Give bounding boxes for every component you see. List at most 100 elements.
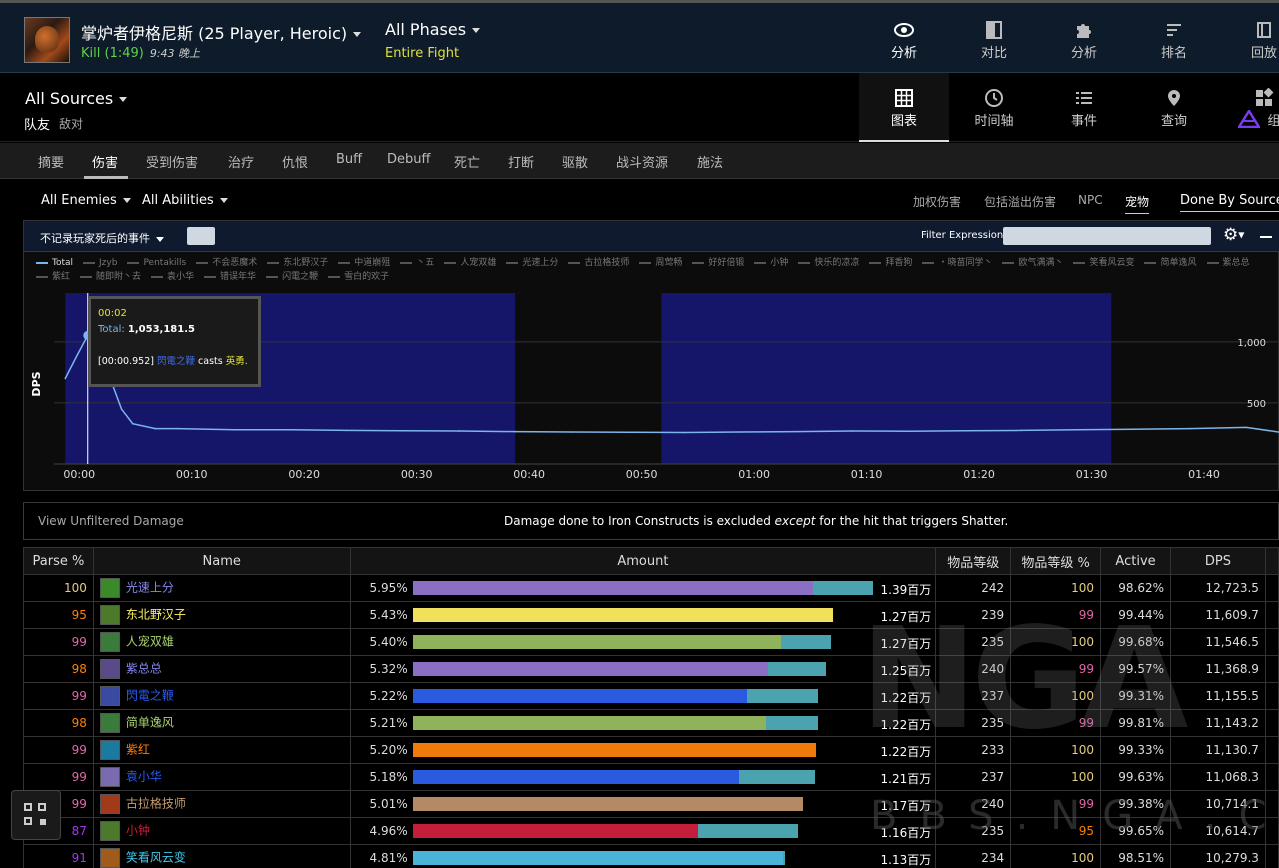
legend-item[interactable]: Total — [36, 256, 73, 270]
nav-replay[interactable]: 回放 — [1219, 6, 1279, 75]
tab-healing[interactable]: 治疗 — [228, 152, 254, 171]
legend-item[interactable]: ・晓苗同学丶 — [922, 256, 992, 270]
view-unfiltered-link[interactable]: View Unfiltered Damage — [38, 514, 184, 528]
legend-item[interactable]: 光速上分 — [506, 256, 558, 270]
tab-resources[interactable]: 战斗资源 — [616, 152, 668, 171]
table-row[interactable]: 95 东北野汉子 5.43% 1.27百万 239 99 99.44% 11,609.7 — [23, 601, 1279, 629]
ability-filter[interactable]: All Abilities — [142, 193, 228, 208]
player-name[interactable]: 古拉格技师 — [126, 797, 186, 811]
name-cell[interactable]: 紫红 — [92, 736, 351, 764]
tab-debuffs[interactable]: Debuff — [387, 152, 430, 167]
death-filter-select[interactable]: 不记录玩家死后的事件 — [40, 230, 164, 246]
table-row[interactable]: 99 閃電之鞭 5.22% 1.22百万 237 100 99.31% 11,155.5 — [23, 682, 1279, 710]
legend-item[interactable]: Pentakills — [127, 256, 186, 270]
gear-icon[interactable]: ⚙▼ — [1223, 225, 1244, 245]
table-row[interactable]: 98 简单逸风 5.21% 1.22百万 235 99 99.81% 11,143.2 — [23, 709, 1279, 737]
view-charts[interactable]: 图表 — [859, 73, 949, 142]
phase-selector[interactable]: All Phases — [385, 20, 481, 39]
legend-item[interactable]: 中道崩殂 — [338, 256, 390, 270]
col-ilvl[interactable]: 物品等级 — [935, 547, 1012, 575]
option-npc[interactable]: NPC — [1078, 193, 1103, 207]
name-cell[interactable]: 小钟 — [92, 817, 351, 845]
tab-dispels[interactable]: 驱散 — [562, 152, 588, 171]
legend-item[interactable]: Jzyb — [83, 256, 117, 270]
tab-damage-done[interactable]: 伤害 — [92, 152, 118, 171]
legend-item[interactable]: 雪白的欢子 — [328, 270, 389, 284]
legend-item[interactable]: 紫总总 — [1206, 256, 1250, 270]
legend-item[interactable]: 紫红 — [36, 270, 70, 284]
name-cell[interactable]: 袁小华 — [92, 763, 351, 791]
source-selector[interactable]: All Sources — [25, 89, 128, 108]
legend-item[interactable]: 好好倍锻 — [692, 256, 744, 270]
nav-analysis[interactable]: 分析 — [859, 6, 949, 75]
col-active[interactable]: Active — [1100, 547, 1172, 575]
table-row[interactable]: 100 光速上分 5.95% 1.39百万 242 100 98.62% 12,723.5 — [23, 574, 1279, 602]
option-weighted[interactable]: 加权伤害 — [913, 193, 961, 210]
filter-expression-input[interactable] — [1003, 227, 1211, 245]
legend-item[interactable]: 东北野汉子 — [267, 256, 328, 270]
view-events[interactable]: 事件 — [1039, 73, 1129, 142]
player-name[interactable]: 笑看风云变 — [126, 851, 186, 865]
player-name[interactable]: 袁小华 — [126, 770, 162, 784]
tab-threat[interactable]: 仇恨 — [282, 152, 308, 171]
player-name[interactable]: 东北野汉子 — [126, 608, 186, 622]
name-cell[interactable]: 古拉格技师 — [92, 790, 351, 818]
legend-item[interactable]: 闪電之鞭 — [266, 270, 318, 284]
view-query[interactable]: 查询 — [1129, 73, 1219, 142]
legend-item[interactable]: 笑看风云变 — [1073, 256, 1134, 270]
name-cell[interactable]: 閃電之鞭 — [92, 682, 351, 710]
player-name[interactable]: 小钟 — [126, 824, 150, 838]
player-name[interactable]: 光速上分 — [126, 581, 174, 595]
enemy-filter[interactable]: All Enemies — [41, 193, 131, 208]
legend-item[interactable]: 随即附丶去 — [80, 270, 141, 284]
enemy-toggle[interactable]: 敌对 — [59, 115, 83, 132]
nav-ranking[interactable]: 排名 — [1129, 6, 1219, 75]
table-row[interactable]: 99 人宠双雄 5.40% 1.27百万 235 100 99.68% 11,546.5 — [23, 628, 1279, 656]
tab-casts[interactable]: 施法 — [697, 152, 723, 171]
legend-item[interactable]: 袁小华 — [151, 270, 194, 284]
name-cell[interactable]: 简单逸风 — [92, 709, 351, 737]
col-ilvl-pct[interactable]: 物品等级 % — [1010, 547, 1102, 575]
legend-item[interactable]: 丶五 — [400, 256, 434, 270]
tab-interrupts[interactable]: 打断 — [508, 152, 534, 171]
player-name[interactable]: 简单逸风 — [126, 716, 174, 730]
legend-item[interactable]: 简单逸风 — [1144, 256, 1197, 270]
death-filter-toggle[interactable] — [187, 227, 215, 245]
player-name[interactable]: 紫红 — [126, 743, 150, 757]
legend-item[interactable]: 拜香狗 — [869, 256, 912, 270]
tab-summary[interactable]: 摘要 — [38, 152, 64, 171]
col-dps[interactable]: DPS — [1170, 547, 1266, 575]
col-name[interactable]: Name — [92, 547, 351, 575]
table-row[interactable]: 99 袁小华 5.18% 1.21百万 237 100 99.63% 11,068.3 — [23, 763, 1279, 791]
legend-item[interactable]: 古拉格技师 — [568, 256, 629, 270]
col-parse[interactable]: Parse % — [23, 547, 94, 575]
friendly-toggle[interactable]: 队友 — [24, 114, 50, 133]
qr-code-icon[interactable] — [11, 790, 61, 840]
player-name[interactable]: 閃電之鞭 — [126, 689, 174, 703]
col-amount[interactable]: Amount — [349, 547, 937, 575]
table-row[interactable]: 91 笑看风云变 4.81% 1.13百万 234 100 98.51% 10,279.3 — [23, 844, 1279, 868]
option-overkill[interactable]: 包括溢出伤害 — [984, 193, 1056, 210]
tab-damage-taken[interactable]: 受到伤害 — [146, 152, 198, 171]
player-name[interactable]: 人宠双雄 — [126, 635, 174, 649]
view-timeline[interactable]: 时间轴 — [949, 73, 1039, 142]
name-cell[interactable]: 东北野汉子 — [92, 601, 351, 629]
nav-analyze[interactable]: 分析 — [1039, 6, 1129, 75]
legend-item[interactable]: 周莺畅 — [639, 256, 682, 270]
option-done-by-source[interactable]: Done By Source — [1180, 193, 1279, 212]
legend-item[interactable]: 快乐的凉凉 — [798, 256, 859, 270]
legend-item[interactable]: 欧气满满丶 — [1002, 256, 1063, 270]
option-pets[interactable]: 宠物 — [1125, 193, 1150, 214]
tab-buffs[interactable]: Buff — [336, 152, 362, 167]
name-cell[interactable]: 光速上分 — [92, 574, 351, 602]
player-name[interactable]: 紫总总 — [126, 662, 162, 676]
name-cell[interactable]: 笑看风云变 — [92, 844, 351, 868]
table-row[interactable]: 99 紫红 5.20% 1.22百万 233 100 99.33% 11,130.7 — [23, 736, 1279, 764]
legend-item[interactable]: 不会恶魔术 — [196, 256, 257, 270]
legend-item[interactable]: 人宠双雄 — [444, 256, 496, 270]
legend-item[interactable]: 小钟 — [754, 256, 788, 270]
table-row[interactable]: 98 紫总总 5.32% 1.25百万 240 99 99.57% 11,368.9 — [23, 655, 1279, 683]
boss-selector[interactable]: 掌炉者伊格尼斯 (25 Player, Heroic) — [81, 20, 362, 44]
name-cell[interactable]: 紫总总 — [92, 655, 351, 683]
collapse-icon[interactable] — [1260, 236, 1272, 238]
